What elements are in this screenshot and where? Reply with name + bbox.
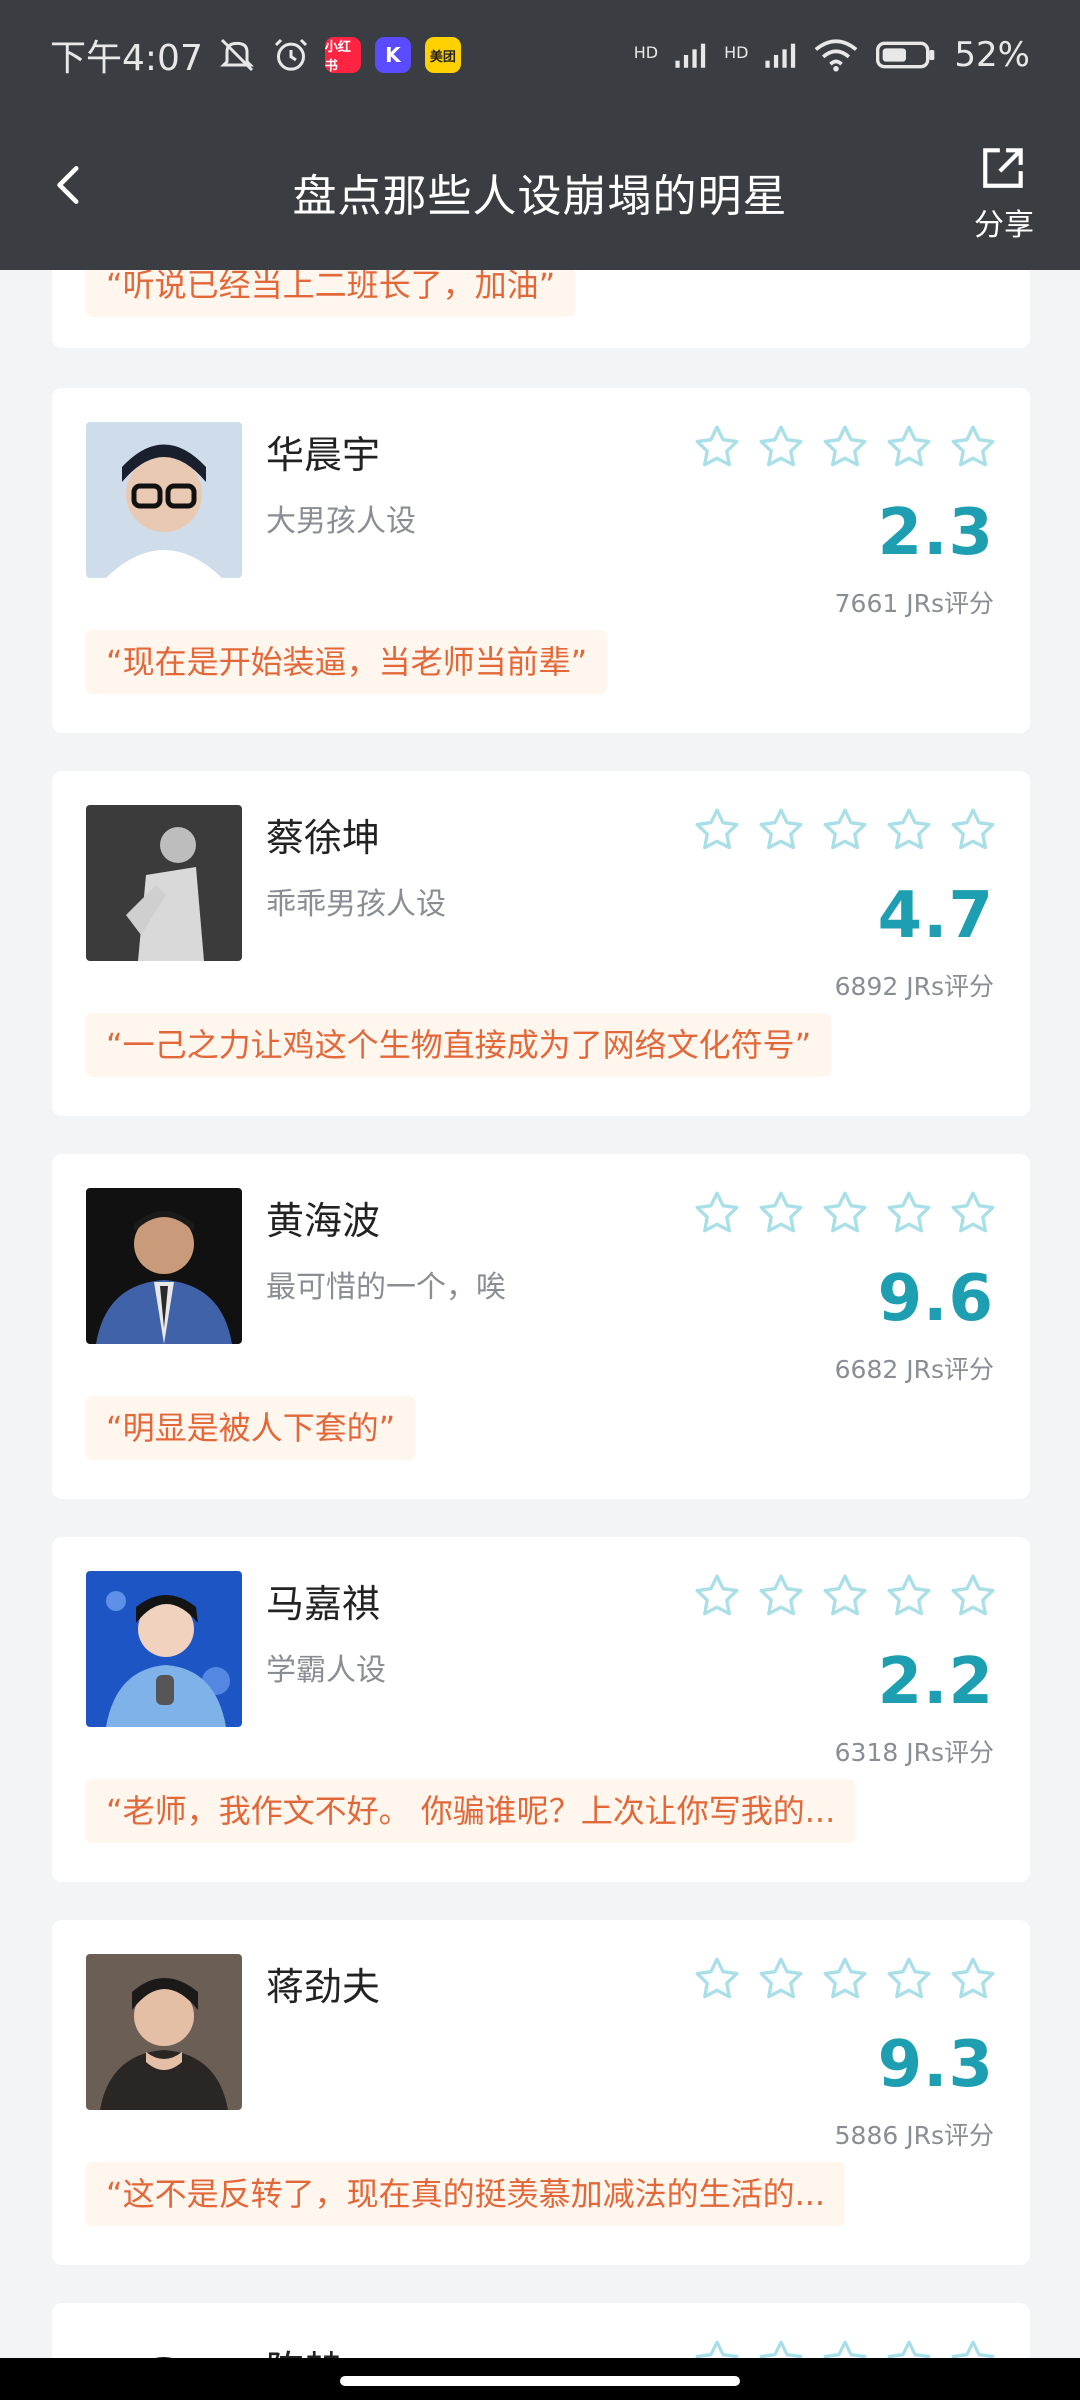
status-bar: 下午4:07 小红书 K 美团 HD HD 52% [0,0,1080,110]
star-icon[interactable] [820,1188,870,1238]
share-button[interactable]: 分享 [964,144,1044,244]
share-icon [983,148,1023,188]
xiaohongshu-app-icon: 小红书 [324,37,361,74]
page-title: 盘点那些人设崩塌的明星 [292,171,788,222]
status-time: 下午4:07 [50,38,203,79]
star-tagline: 最可惜的一个，唉 [266,1270,506,1305]
card-quote: “现在是开始装逼，当老师当前辈” [86,630,608,694]
score: 2.3 [877,496,994,570]
rating-count: 6318 JRs评分 [834,1738,994,1767]
star-icon[interactable] [820,422,870,472]
star-name: 蒋劲夫 [266,1965,381,2009]
star-icon[interactable] [948,422,998,472]
star-name: 马嘉祺 [266,1582,381,1626]
card-quote: “老师，我作文不好。 你骗谁呢？上次让你写我的... [86,1779,856,1843]
star-icon[interactable] [948,1954,998,2004]
score: 9.3 [877,2028,994,2102]
star-icon[interactable] [820,1954,870,2004]
star-icon[interactable] [692,1954,742,2004]
star-icon[interactable] [756,422,806,472]
rating-count: 6892 JRs评分 [834,972,994,1001]
star-tagline: 学霸人设 [266,1653,386,1688]
app-header: 下午4:07 小红书 K 美团 HD HD 52% 盘点那些人设崩塌的明星 分享 [0,0,1080,270]
system-nav-bar [0,2358,1080,2400]
share-label: 分享 [974,208,1034,243]
signal-icon [675,43,706,68]
rating-stars[interactable] [692,1571,998,1621]
avatar [86,1188,242,1344]
rating-count: 7661 JRs评分 [834,589,994,618]
star-icon[interactable] [692,1188,742,1238]
hd-label: HD [724,43,749,62]
hd-label: HD [633,43,659,62]
star-icon[interactable] [820,805,870,855]
home-indicator[interactable] [340,2376,740,2386]
rating-stars[interactable] [692,1954,998,2004]
score: 2.2 [877,1645,994,1719]
star-card[interactable]: 蔡徐坤 乖乖男孩人设 4.7 6892 JRs评分 “一己之力让鸡这个生物直接成… [52,771,1030,1116]
card-quote: “这不是反转了，现在真的挺羡慕加减法的生活的... [86,2162,846,2226]
card-quote: “明显是被人下套的” [86,1396,416,1460]
avatar [86,422,242,578]
star-icon[interactable] [948,1571,998,1621]
meituan-app-icon: 美团 [424,37,461,73]
star-card[interactable]: 华晨宇 大男孩人设 2.3 7661 JRs评分 “现在是开始装逼，当老师当前辈… [52,388,1030,733]
star-icon[interactable] [756,1188,806,1238]
star-icon[interactable] [820,1571,870,1621]
star-name: 黄海波 [266,1199,381,1243]
battery-percent: 52% [954,35,1030,75]
star-name: 蔡徐坤 [266,816,381,860]
star-card[interactable]: 黄海波 最可惜的一个，唉 9.6 6682 JRs评分 “明显是被人下套的” [52,1154,1030,1499]
rating-stars[interactable] [692,805,998,855]
card-quote: “一己之力让鸡这个生物直接成为了网络文化符号” [86,1013,832,1077]
star-icon[interactable] [756,1571,806,1621]
rating-stars[interactable] [692,422,998,472]
star-tagline: 乖乖男孩人设 [266,887,446,922]
star-icon[interactable] [884,1188,934,1238]
rating-stars[interactable] [692,1188,998,1238]
rating-count: 6682 JRs评分 [834,1355,994,1384]
score: 9.6 [877,1262,994,1336]
avatar [86,1954,242,2110]
star-icon[interactable] [884,1954,934,2004]
star-icon[interactable] [692,1571,742,1621]
star-name: 华晨宇 [266,433,381,477]
nav-bar: 盘点那些人设崩塌的明星 分享 [0,120,1080,260]
star-card[interactable]: 马嘉祺 学霸人设 2.2 6318 JRs评分 “老师，我作文不好。 你骗谁呢？… [52,1537,1030,1882]
wifi-icon [815,39,858,72]
k-app-icon: K [374,37,411,73]
mute-icon [219,38,254,72]
star-tagline: 大男孩人设 [266,504,416,539]
alarm-icon [274,38,307,71]
avatar [86,805,242,961]
star-icon[interactable] [756,805,806,855]
star-card[interactable]: 蒋劲夫 9.3 5886 JRs评分 “这不是反转了，现在真的挺羡慕加减法的生活… [52,1920,1030,2265]
star-icon[interactable] [948,805,998,855]
star-icon[interactable] [756,1954,806,2004]
star-icon[interactable] [948,1188,998,1238]
star-icon[interactable] [884,422,934,472]
star-icon[interactable] [884,805,934,855]
signal-icon [765,43,796,68]
avatar [86,1571,242,1727]
score: 4.7 [877,879,994,953]
battery-icon [876,41,935,69]
star-icon[interactable] [692,422,742,472]
star-icon[interactable] [884,1571,934,1621]
star-icon[interactable] [692,805,742,855]
rating-count: 5886 JRs评分 [834,2121,994,2150]
